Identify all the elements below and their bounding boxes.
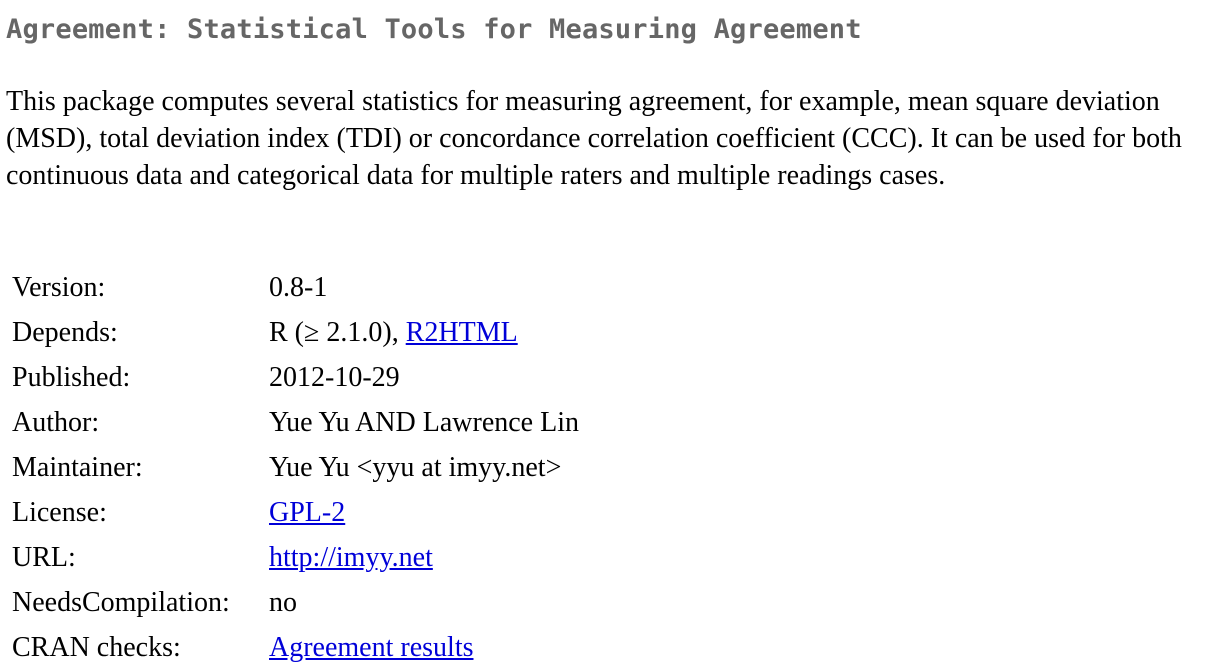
table-row-url: URL: http://imyy.net — [6, 535, 585, 580]
table-row-license: License: GPL-2 — [6, 490, 585, 535]
needs-compilation-value: no — [269, 586, 297, 618]
package-details-table: Version: 0.8-1 Depends: R (≥ 2.1.0), R2H… — [6, 265, 585, 670]
homepage-link[interactable]: http://imyy.net — [269, 542, 433, 573]
license-value: GPL-2 — [263, 490, 585, 535]
published-value: 2012-10-29 — [269, 361, 400, 393]
table-row-depends: Depends: R (≥ 2.1.0), R2HTML — [6, 310, 585, 355]
needs-compilation-label: NeedsCompilation: — [12, 586, 230, 618]
package-description: This package computes several statistics… — [6, 86, 1182, 191]
url-label: URL: — [12, 541, 76, 573]
cran-checks-label: CRAN checks: — [12, 631, 181, 663]
version-label: Version: — [12, 271, 106, 303]
table-row-needs-compilation: NeedsCompilation: no — [6, 580, 585, 625]
table-row-maintainer: Maintainer: Yue Yu <yyu at imyy.net> — [6, 445, 585, 490]
author-value: Yue Yu AND Lawrence Lin — [269, 406, 579, 438]
maintainer-value: Yue Yu <yyu at imyy.net> — [269, 451, 562, 483]
url-value: http://imyy.net — [263, 535, 585, 580]
r2html-link[interactable]: R2HTML — [406, 317, 518, 348]
author-label: Author: — [12, 406, 100, 438]
depends-label: Depends: — [12, 316, 118, 348]
cran-checks-value: Agreement results — [263, 625, 585, 670]
maintainer-label: Maintainer: — [12, 451, 143, 483]
table-row-published: Published: 2012-10-29 — [6, 355, 585, 400]
page-title: Agreement: Statistical Tools for Measuri… — [6, 14, 862, 45]
table-row-version: Version: 0.8-1 — [6, 265, 585, 310]
depends-r-version: R (≥ 2.1.0), — [269, 316, 406, 348]
cran-checks-link[interactable]: Agreement results — [269, 632, 474, 663]
table-row-cran-checks: CRAN checks: Agreement results — [6, 625, 585, 670]
published-label: Published: — [12, 361, 131, 393]
depends-value: R (≥ 2.1.0), R2HTML — [263, 310, 585, 355]
license-link[interactable]: GPL-2 — [269, 497, 345, 528]
version-value: 0.8-1 — [269, 271, 328, 303]
license-label: License: — [12, 496, 107, 528]
table-row-author: Author: Yue Yu AND Lawrence Lin — [6, 400, 585, 445]
